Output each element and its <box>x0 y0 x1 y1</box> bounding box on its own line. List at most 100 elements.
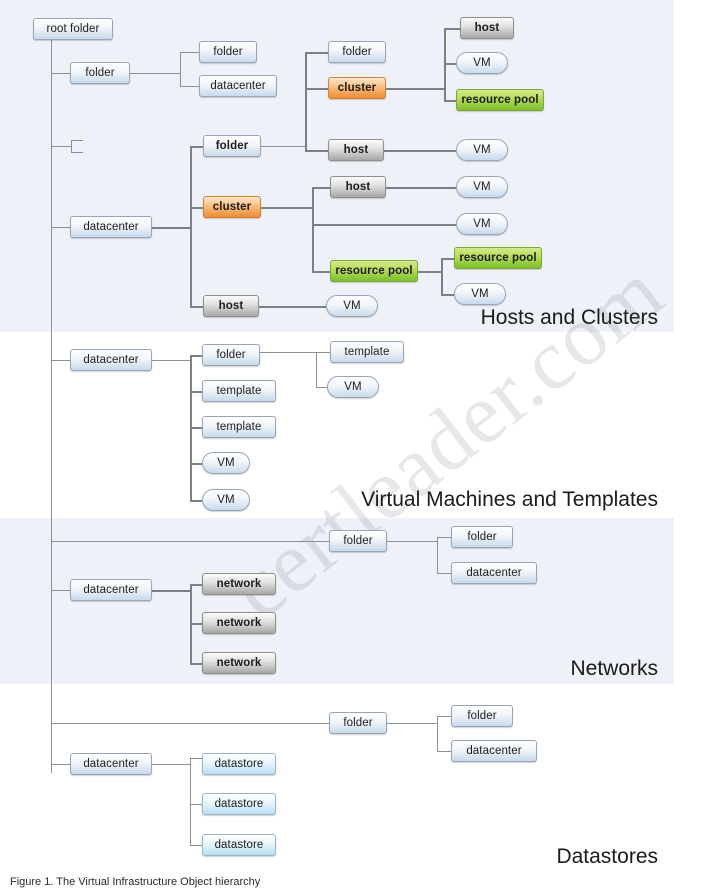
line-root-to-folder <box>51 73 70 74</box>
line-root-to-ds-datacenter <box>51 764 70 765</box>
node-net-network-1[interactable]: network <box>202 573 276 595</box>
node-hc-folder-a[interactable]: folder <box>70 62 130 84</box>
node-vmt-vm-in-folder[interactable]: VM <box>327 376 379 398</box>
section-title-datastores: Datastores <box>556 845 658 868</box>
line-folder-a-split <box>180 52 181 86</box>
node-hc-host-a[interactable]: host <box>460 17 514 39</box>
node-vmt-vm-2[interactable]: VM <box>202 489 250 511</box>
line-vmt-to-template-1 <box>190 391 202 393</box>
node-hc-vm-b[interactable]: VM <box>456 139 508 161</box>
line-ds-datacenter-out <box>152 764 190 765</box>
node-ds-datacenter[interactable]: datacenter <box>70 753 152 775</box>
node-net-network-2[interactable]: network <box>202 612 276 634</box>
line-net-to-network-3 <box>190 663 202 665</box>
line-rp-b-out <box>418 271 441 273</box>
node-hc-cluster-a[interactable]: cluster <box>328 77 386 99</box>
node-hc-rp-b[interactable]: resource pool <box>330 260 418 282</box>
line-datacenter-b-spine <box>190 146 192 306</box>
node-root-folder[interactable]: root folder <box>33 18 113 40</box>
line-cb-to-host-c <box>312 187 330 189</box>
node-hc-vm-c[interactable]: VM <box>456 176 508 198</box>
line-col2-to-host-b <box>305 150 328 152</box>
line-hc-col2-spine <box>305 52 307 150</box>
line-rpb-to-vm-e <box>441 294 454 296</box>
line-rp-b-spine <box>441 258 443 294</box>
line-ds-to-datacenter-sub <box>437 751 451 752</box>
node-ds-folder-top[interactable]: folder <box>329 712 387 734</box>
node-hc-vm-d[interactable]: VM <box>456 213 508 235</box>
line-folder-c-stub <box>71 140 72 152</box>
node-hc-rp-c[interactable]: resource pool <box>454 247 542 269</box>
line-vmt-folder-spine <box>316 352 317 387</box>
node-net-network-3[interactable]: network <box>202 652 276 674</box>
line-net-folder-top-out <box>387 541 437 542</box>
node-hc-cluster-b[interactable]: cluster <box>203 196 261 218</box>
line-folder-c-in2 <box>71 152 83 153</box>
node-net-datacenter-sub[interactable]: datacenter <box>451 562 537 584</box>
line-root-to-net-datacenter <box>51 590 70 591</box>
line-cluster-b-spine <box>312 187 314 271</box>
node-hc-vm-a[interactable]: VM <box>456 52 508 74</box>
node-hc-datacenter-b[interactable]: datacenter <box>70 216 152 238</box>
line-folder-c-in <box>71 140 83 141</box>
node-ds-datastore-3[interactable]: datastore <box>202 834 276 856</box>
line-net-to-network-1 <box>190 584 202 586</box>
line-root-to-datacenter-b <box>51 227 70 228</box>
node-net-datacenter[interactable]: datacenter <box>70 579 152 601</box>
node-vmt-template-in-folder[interactable]: template <box>330 341 404 363</box>
line-net-to-network-2 <box>190 623 202 625</box>
line-net-to-folder-sub <box>437 537 451 538</box>
node-hc-host-d[interactable]: host <box>203 295 259 317</box>
diagram-canvas: certleader.com root folder folder folder… <box>0 0 706 888</box>
line-ds-spine <box>190 758 191 845</box>
line-dcb-to-cluster-b <box>190 207 203 209</box>
node-vmt-template-2[interactable]: template <box>202 416 276 438</box>
section-title-networks: Networks <box>570 657 658 680</box>
node-net-folder-sub[interactable]: folder <box>451 526 513 548</box>
line-vmt-folder-to-template <box>316 352 330 353</box>
node-hc-datacenter-a[interactable]: datacenter <box>199 75 277 97</box>
line-to-datacenter-a <box>180 86 199 87</box>
node-ds-datacenter-sub[interactable]: datacenter <box>451 740 537 762</box>
line-vmt-to-vm-2 <box>190 500 202 502</box>
node-net-folder-top[interactable]: folder <box>329 530 387 552</box>
node-hc-rp-a[interactable]: resource pool <box>456 89 544 111</box>
node-vmt-vm-1[interactable]: VM <box>202 452 250 474</box>
line-dcb-to-host-d <box>190 306 203 308</box>
line-datacenter-b-out <box>152 227 190 229</box>
root-spine <box>51 33 52 773</box>
line-cluster-a-out <box>386 88 444 90</box>
section-title-hosts-and-clusters: Hosts and Clusters <box>480 306 658 329</box>
line-root-to-vmt-datacenter <box>51 360 70 361</box>
node-vmt-datacenter[interactable]: datacenter <box>70 349 152 371</box>
node-vmt-folder[interactable]: folder <box>202 344 260 366</box>
node-hc-folder-b[interactable]: folder <box>199 41 257 63</box>
line-vmt-to-folder <box>190 355 202 357</box>
node-ds-datastore-1[interactable]: datastore <box>202 753 276 775</box>
line-vmt-datacenter-out <box>152 360 190 361</box>
line-ds-to-folder-sub <box>437 716 451 717</box>
line-net-to-datacenter-sub <box>437 573 451 574</box>
node-ds-datastore-2[interactable]: datastore <box>202 793 276 815</box>
line-cluster-a-to-host <box>444 28 460 30</box>
line-ds-to-datastore-1 <box>190 758 202 759</box>
line-dcb-to-folder-c <box>190 146 203 148</box>
node-vmt-template-1[interactable]: template <box>202 380 276 402</box>
node-hc-host-c[interactable]: host <box>330 176 386 198</box>
node-ds-folder-sub[interactable]: folder <box>451 705 513 727</box>
node-hc-vm-e[interactable]: VM <box>454 283 506 305</box>
line-cluster-b-out <box>261 207 312 209</box>
line-col2-to-folder-d <box>305 52 328 54</box>
line-vmt-to-template-2 <box>190 427 202 429</box>
line-net-folder-top-spine <box>437 537 438 573</box>
node-hc-host-b[interactable]: host <box>328 139 384 161</box>
line-net-datacenter-out <box>152 590 190 592</box>
line-host-b-to-vm <box>384 150 456 152</box>
line-rpb-to-rpc <box>441 258 454 260</box>
line-net-top-rail <box>51 541 329 542</box>
line-ds-top-rail <box>51 723 329 724</box>
line-vmt-folder-out <box>260 352 316 353</box>
node-hc-folder-c[interactable]: folder <box>203 135 261 157</box>
line-vmt-to-vm-1 <box>190 463 202 465</box>
node-hc-folder-d[interactable]: folder <box>328 41 386 63</box>
